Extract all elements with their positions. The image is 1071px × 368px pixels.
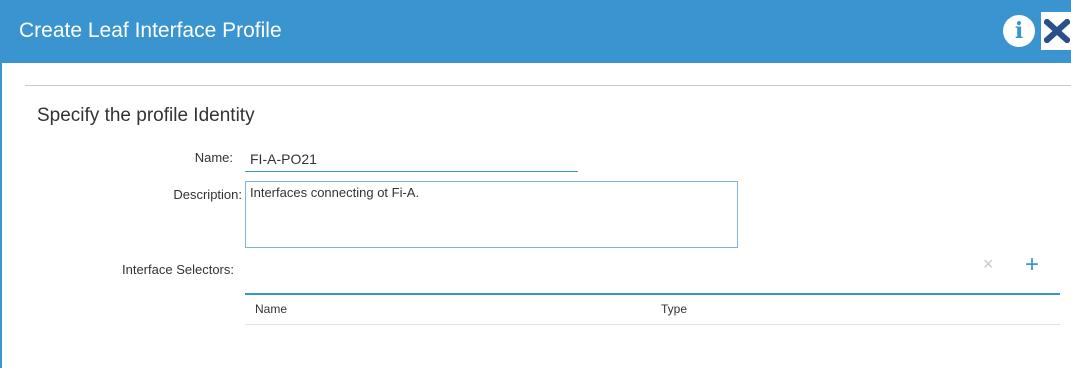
dialog-title: Create Leaf Interface Profile [19,19,282,42]
name-input[interactable] [245,146,578,172]
name-label: Name: [194,150,233,165]
description-textarea[interactable]: Interfaces connecting ot Fi-A. [245,181,738,248]
close-button[interactable] [1041,12,1071,50]
create-leaf-interface-profile-dialog: Create Leaf Interface Profile i Specify … [0,0,1071,368]
table-header-divider [245,324,1060,325]
header-divider [25,85,1071,86]
close-icon [1044,19,1070,43]
interface-selectors-label: Interface Selectors: [122,262,234,277]
dialog-header: Create Leaf Interface Profile i [0,0,1071,63]
delete-selector-icon[interactable]: × [983,254,994,275]
section-title: Specify the profile Identity [37,105,255,126]
info-icon[interactable]: i [1003,15,1035,47]
add-selector-icon[interactable]: + [1025,252,1039,278]
column-header-name[interactable]: Name [255,302,287,316]
column-header-type[interactable]: Type [661,302,687,316]
dialog-left-border [0,63,2,368]
table-top-border [245,293,1060,295]
description-label: Description: [173,187,242,202]
